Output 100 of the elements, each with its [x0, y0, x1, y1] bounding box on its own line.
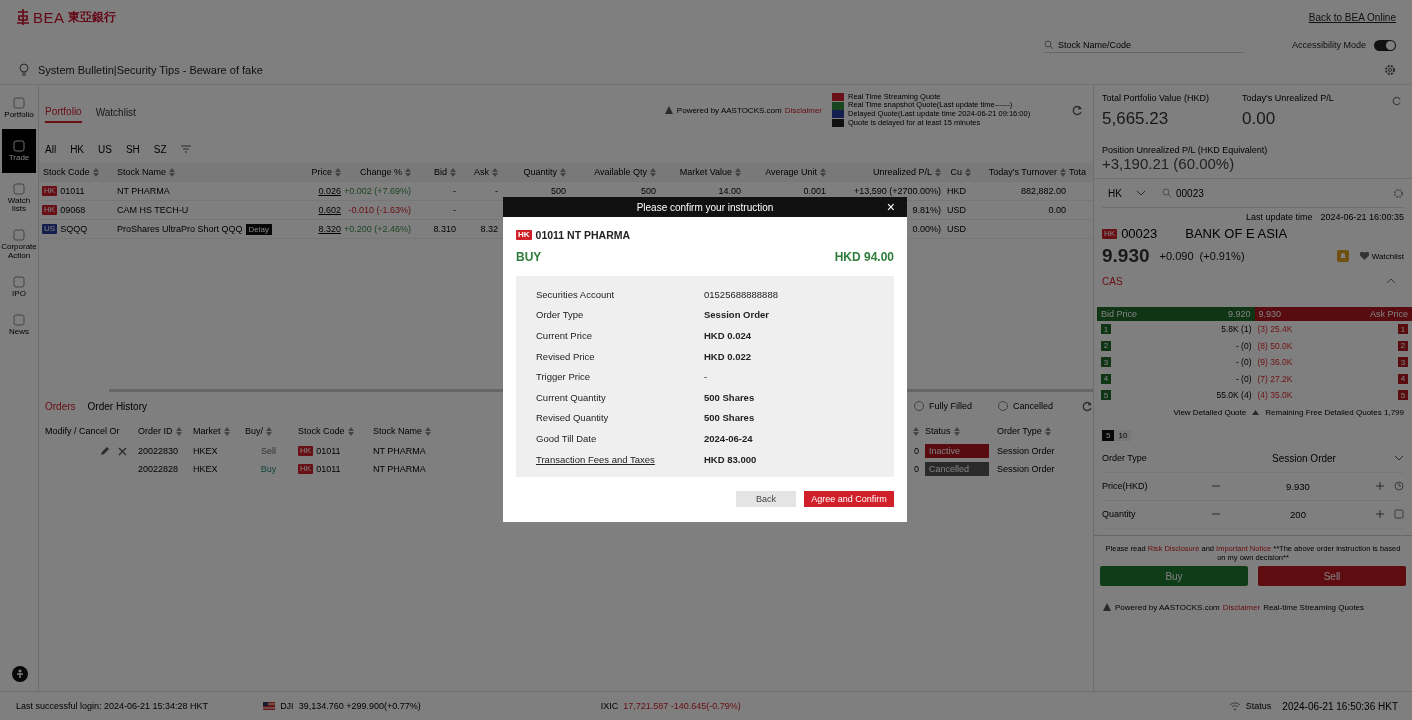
- market-filter[interactable]: SH: [125, 143, 140, 155]
- sidebar-item[interactable]: Corporate Action: [2, 223, 36, 266]
- sort-icon[interactable]: [1060, 167, 1066, 177]
- column-header[interactable]: Tota: [1069, 167, 1086, 177]
- square-icon[interactable]: [12, 181, 26, 196]
- bell-icon[interactable]: [1335, 249, 1350, 263]
- minus-icon[interactable]: [1212, 510, 1220, 518]
- sort-icon[interactable]: [266, 426, 272, 436]
- close-button[interactable]: ×: [886, 199, 895, 215]
- sort-icon[interactable]: [965, 167, 971, 177]
- search-icon[interactable]: [1162, 188, 1172, 198]
- square-icon[interactable]: [12, 228, 26, 243]
- tab[interactable]: Order History: [87, 400, 147, 412]
- sort-icon[interactable]: [935, 167, 941, 177]
- column-header[interactable]: Price: [311, 167, 332, 177]
- sort-icon[interactable]: [450, 167, 456, 177]
- sort-icon[interactable]: [1044, 426, 1051, 436]
- column-header[interactable]: Unrealized P/L: [872, 167, 932, 177]
- sort-icon[interactable]: [223, 426, 230, 436]
- stock-search-field[interactable]: 00023: [1162, 187, 1385, 199]
- depth-tab[interactable]: 5: [1102, 429, 1115, 441]
- column-header[interactable]: Available Qty: [594, 167, 647, 177]
- sort-icon[interactable]: [560, 167, 566, 177]
- plus-icon[interactable]: [1376, 482, 1384, 490]
- column-header[interactable]: Quantity: [523, 167, 557, 177]
- caret-icon[interactable]: [1394, 455, 1404, 461]
- tab[interactable]: Watchlist: [95, 102, 136, 122]
- disclaimer-link[interactable]: Disclaimer: [784, 105, 822, 115]
- sort-icon[interactable]: [335, 167, 341, 177]
- bulletin-text[interactable]: System Bulletin|Security Tips - Beware of fake: [38, 64, 263, 76]
- column-header[interactable]: Ask: [474, 167, 489, 177]
- plus-icon[interactable]: [1376, 510, 1384, 518]
- search-field[interactable]: Stock Name/Code: [1057, 39, 1228, 50]
- sell-button[interactable]: Sell: [1258, 566, 1406, 587]
- sort-icon[interactable]: [347, 426, 354, 436]
- column-header[interactable]: Average Unit: [765, 167, 817, 177]
- market-filter[interactable]: SZ: [153, 143, 167, 155]
- sort-icon[interactable]: [405, 167, 411, 177]
- market-filter[interactable]: HK: [70, 143, 85, 155]
- column-header[interactable]: Change %: [359, 167, 402, 177]
- column-header[interactable]: Stock Name: [373, 426, 423, 436]
- sidebar-item[interactable]: Portfolio: [2, 91, 36, 125]
- sort-icon[interactable]: [92, 167, 99, 177]
- refresh-icon[interactable]: [1082, 400, 1093, 412]
- refresh-icon[interactable]: [1072, 104, 1083, 116]
- column-header[interactable]: Market Value: [679, 167, 732, 177]
- square-icon[interactable]: [12, 274, 26, 289]
- buy-button[interactable]: Buy: [1100, 566, 1248, 587]
- depth-tab[interactable]: 10: [1114, 429, 1132, 441]
- column-header[interactable]: Stock Name: [117, 167, 167, 177]
- column-header[interactable]: Cu: [950, 167, 962, 177]
- price-field[interactable]: 9.930: [1230, 480, 1366, 492]
- column-header[interactable]: Stock Code: [43, 167, 90, 177]
- radio-button[interactable]: [914, 401, 924, 411]
- sidebar-item[interactable]: Trade: [2, 128, 36, 173]
- square-icon[interactable]: [12, 312, 26, 327]
- watchlist-button[interactable]: Watchlist: [1359, 251, 1404, 261]
- sidebar-item[interactable]: IPO: [2, 269, 36, 304]
- market-select[interactable]: HK: [1102, 187, 1154, 199]
- column-header[interactable]: Today's Turnover: [988, 167, 1057, 177]
- market-filter[interactable]: US: [98, 143, 112, 155]
- accessibility-icon[interactable]: [11, 665, 29, 683]
- sort-icon[interactable]: [820, 167, 826, 177]
- back-button[interactable]: Back: [736, 491, 796, 508]
- confirm-button[interactable]: Agree and Confirm: [804, 491, 894, 508]
- back-link[interactable]: Back to BEA Online: [1308, 11, 1396, 23]
- column-header[interactable]: Order ID: [138, 426, 173, 436]
- column-header[interactable]: Stock Code: [298, 426, 345, 436]
- sort-icon[interactable]: [953, 426, 960, 436]
- column-header[interactable]: Status: [925, 426, 951, 436]
- tab[interactable]: Portfolio: [45, 101, 82, 123]
- square-icon[interactable]: [12, 96, 26, 110]
- edit-icon[interactable]: [100, 446, 110, 456]
- column-header[interactable]: Buy/: [245, 426, 263, 436]
- caret-icon[interactable]: [1135, 190, 1146, 196]
- sort-icon[interactable]: [169, 167, 176, 177]
- collapse-icon[interactable]: [1386, 278, 1396, 284]
- sort-icon[interactable]: [175, 426, 182, 436]
- fees-link[interactable]: Transaction Fees and Taxes: [536, 453, 704, 465]
- sidebar-item[interactable]: News: [2, 307, 36, 342]
- close-icon[interactable]: [118, 446, 127, 456]
- detailed-quote-link[interactable]: View Detailed Quote: [1173, 408, 1247, 417]
- minus-icon[interactable]: [1212, 482, 1220, 490]
- refresh-icon[interactable]: [1392, 96, 1402, 106]
- radio-button[interactable]: [998, 401, 1008, 411]
- search-icon[interactable]: [1043, 39, 1054, 50]
- square-icon[interactable]: [12, 138, 26, 153]
- column-header[interactable]: Market: [193, 426, 221, 436]
- order-type-select[interactable]: Session Order: [1212, 452, 1404, 464]
- sort-icon[interactable]: [425, 426, 432, 436]
- tab[interactable]: Orders: [45, 400, 76, 412]
- settings-icon[interactable]: [1384, 64, 1396, 76]
- sort-icon[interactable]: [492, 167, 498, 177]
- disclaimer-link[interactable]: Disclaimer: [1222, 602, 1261, 612]
- sort-icon[interactable]: [913, 426, 919, 436]
- market-filter[interactable]: All: [45, 143, 57, 155]
- accessibility-toggle[interactable]: [1374, 39, 1396, 51]
- filter-icon[interactable]: [180, 145, 191, 153]
- settings-icon[interactable]: [1393, 187, 1404, 199]
- sort-icon[interactable]: [735, 167, 741, 177]
